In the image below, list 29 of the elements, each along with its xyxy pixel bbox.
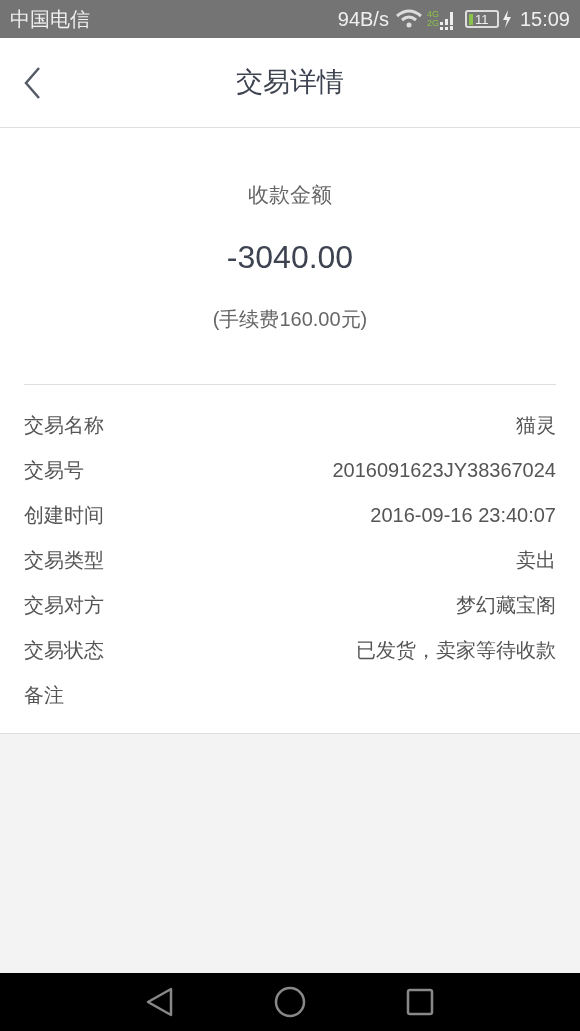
- wifi-icon: [394, 9, 423, 29]
- detail-label: 交易号: [24, 457, 84, 483]
- network-type: 4G: [426, 10, 439, 19]
- battery-indicator: 11: [464, 10, 499, 28]
- recent-apps-icon[interactable]: [406, 988, 434, 1016]
- network-type: 2G: [426, 19, 439, 28]
- detail-value: 梦幻藏宝阁: [456, 592, 556, 618]
- detail-label: 交易名称: [24, 412, 104, 438]
- amount-label: 收款金额: [248, 182, 332, 208]
- detail-value: 猫灵: [516, 412, 556, 438]
- page-title: 交易详情: [236, 66, 344, 100]
- detail-value: 2016-09-16 23:40:07: [370, 502, 556, 528]
- carrier-name: 中国电信: [10, 7, 90, 32]
- detail-label: 交易对方: [24, 592, 104, 618]
- home-icon[interactable]: [274, 986, 306, 1018]
- detail-label: 交易状态: [24, 637, 104, 663]
- detail-value: 2016091623JY38367024: [332, 457, 556, 483]
- detail-label: 备注: [24, 682, 64, 708]
- network-speed: 94B/s: [337, 7, 389, 32]
- amount-value: -3040.00: [226, 238, 354, 277]
- detail-label: 创建时间: [24, 502, 104, 528]
- fee-note: (手续费160.00元): [212, 307, 368, 332]
- detail-value: 卖出: [516, 547, 556, 573]
- back-icon[interactable]: [146, 987, 174, 1017]
- clock-time: 15:09: [519, 7, 570, 32]
- detail-label: 交易类型: [24, 547, 104, 573]
- charging-icon: [501, 10, 512, 28]
- detail-value: 已发货，卖家等待收款: [356, 637, 556, 663]
- back-icon: [23, 66, 41, 100]
